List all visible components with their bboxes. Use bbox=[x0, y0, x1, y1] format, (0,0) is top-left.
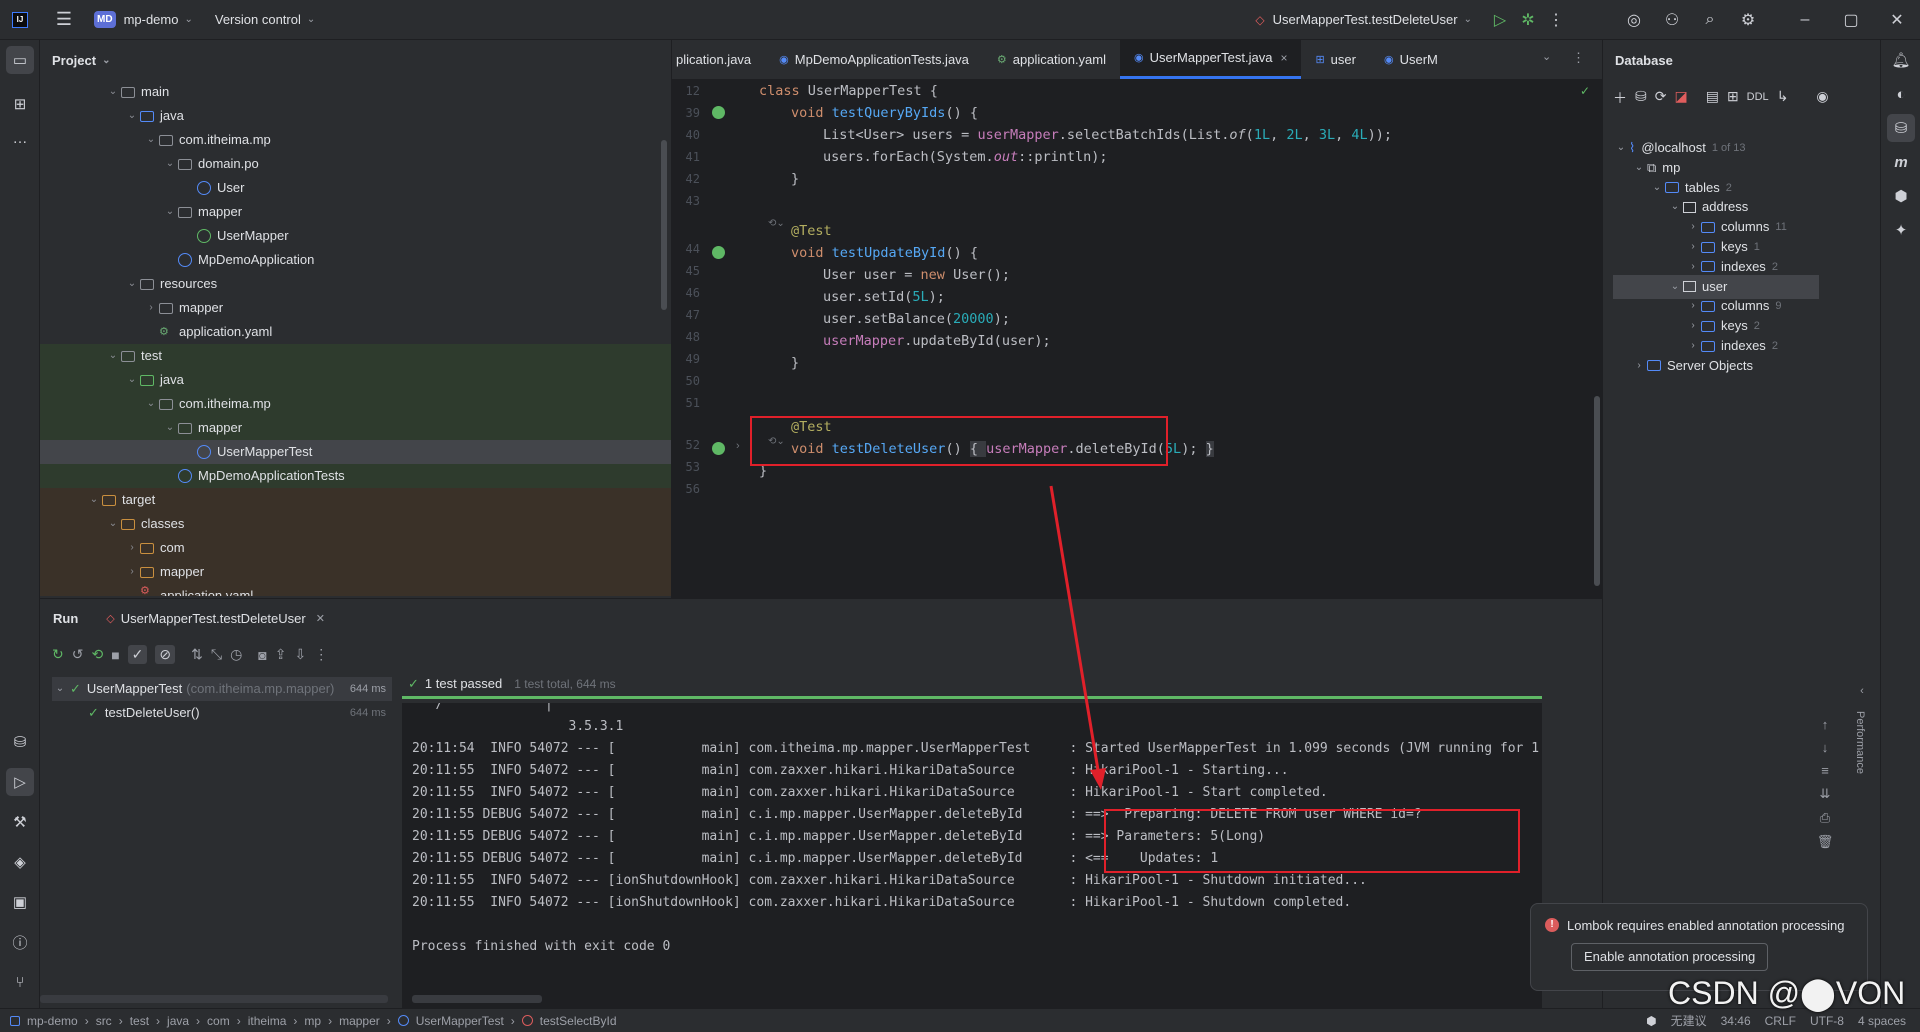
breadcrumb-item[interactable]: java bbox=[167, 1014, 189, 1028]
breadcrumb-item[interactable]: src bbox=[96, 1014, 112, 1028]
watermark: CSDN @⬤VON bbox=[1668, 975, 1906, 1011]
breadcrumb-item[interactable]: com bbox=[207, 1014, 230, 1028]
breadcrumb-separator: › bbox=[84, 1013, 89, 1028]
breadcrumb-separator: › bbox=[328, 1013, 333, 1028]
suggestion-icon: ⬢ bbox=[1646, 1013, 1657, 1028]
test-method-icon bbox=[521, 1015, 533, 1026]
status-item[interactable]: 4 spaces bbox=[1858, 1014, 1906, 1028]
breadcrumb: mp-demo › src › test › java › com › itheima › mp › map… bbox=[10, 1014, 617, 1028]
breadcrumb-separator: › bbox=[510, 1013, 515, 1028]
breadcrumb-item[interactable]: test bbox=[130, 1014, 149, 1028]
breadcrumb-item[interactable]: UserMapperTest bbox=[416, 1014, 504, 1028]
breadcrumb-separator: › bbox=[118, 1013, 123, 1028]
breadcrumb-separator: › bbox=[236, 1013, 241, 1028]
class-icon bbox=[397, 1015, 409, 1026]
annotation-arrow bbox=[1049, 485, 1106, 790]
status-item[interactable]: 34:46 bbox=[1721, 1014, 1751, 1028]
status-item[interactable]: UTF-8 bbox=[1810, 1014, 1844, 1028]
breadcrumb-separator: › bbox=[293, 1013, 298, 1028]
breadcrumb-item[interactable]: mapper bbox=[339, 1014, 380, 1028]
status-right: ⬢ 无建议 34:46 CRLF UTF-8 4 spaces bbox=[1646, 1012, 1906, 1029]
status-item[interactable]: CRLF bbox=[1765, 1014, 1796, 1028]
module-icon bbox=[10, 1015, 20, 1026]
status-item[interactable]: 无建议 bbox=[1671, 1012, 1707, 1029]
breadcrumb-separator: › bbox=[386, 1013, 391, 1028]
breadcrumb-separator: › bbox=[196, 1013, 201, 1028]
breadcrumb-item[interactable]: itheima bbox=[248, 1014, 287, 1028]
status-bar: mp-demo › src › test › java › com › itheima › mp › map… bbox=[0, 1008, 1920, 1032]
breadcrumb-item[interactable]: mp-demo bbox=[27, 1014, 78, 1028]
breadcrumb-item[interactable]: mp bbox=[304, 1014, 321, 1028]
breadcrumb-item[interactable]: testSelectById bbox=[540, 1014, 617, 1028]
breadcrumb-separator: › bbox=[156, 1013, 161, 1028]
